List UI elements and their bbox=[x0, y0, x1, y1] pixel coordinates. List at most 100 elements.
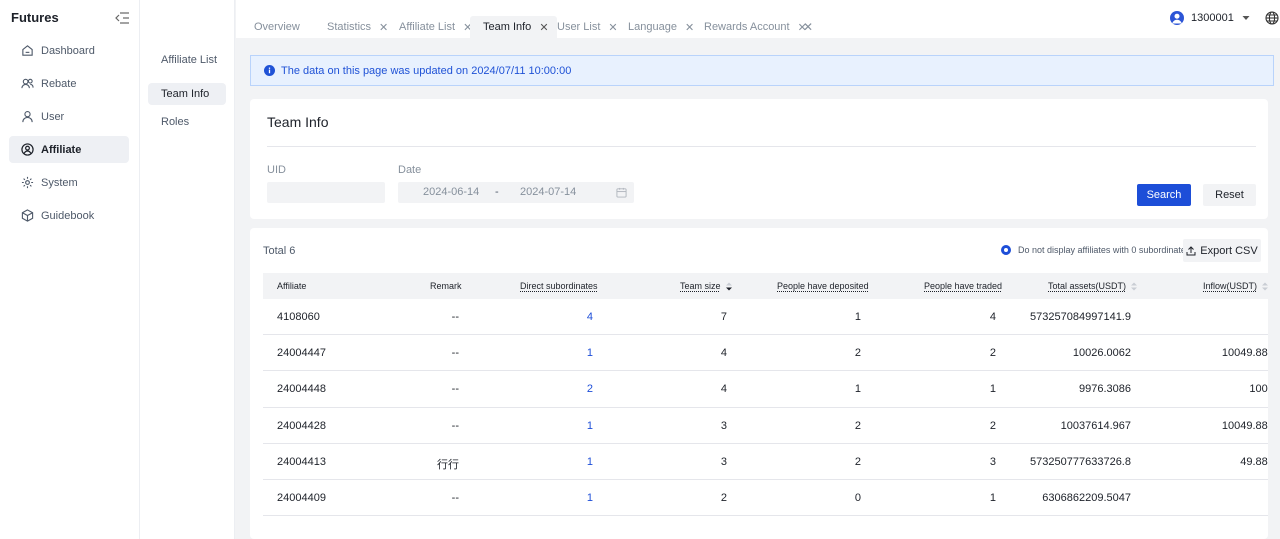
sort-desc-icon[interactable] bbox=[725, 282, 732, 291]
cell-affiliate: 24004447 bbox=[277, 347, 326, 360]
date-label: Date bbox=[398, 164, 422, 176]
export-label: Export CSV bbox=[1200, 244, 1258, 257]
col-inflow: Inflow(USDT) bbox=[1203, 281, 1258, 291]
sidebar-item-affiliate[interactable]: Affiliate bbox=[9, 136, 129, 163]
sort-icon[interactable] bbox=[1262, 282, 1268, 291]
cell-inflow: 10000 bbox=[1249, 383, 1268, 396]
subnav-item-roles[interactable]: Roles bbox=[148, 116, 226, 128]
tab-affiliate-list[interactable]: Affiliate List ✕ bbox=[399, 16, 472, 38]
date-range-picker[interactable]: 2024-06-14 - 2024-07-14 bbox=[398, 182, 634, 203]
tab-language[interactable]: Language ✕ bbox=[628, 16, 694, 38]
users-icon bbox=[21, 78, 34, 89]
table-row: 24004413 行行 1 3 2 3 573250777633726.8 49… bbox=[263, 444, 1268, 480]
toggle-label: Do not display affiliates with 0 subordi… bbox=[1018, 245, 1186, 255]
col-people-deposited: People have deposited bbox=[777, 281, 869, 291]
cell-team-size: 2 bbox=[720, 491, 727, 504]
cell-team-size: 7 bbox=[720, 311, 727, 323]
cell-total-assets: 573257084997141.9 bbox=[1030, 311, 1131, 323]
export-csv-button[interactable]: Export CSV bbox=[1183, 239, 1261, 262]
date-end[interactable]: 2024-07-14 bbox=[520, 186, 576, 198]
notice-text: The data on this page was updated on 202… bbox=[281, 64, 572, 77]
cell-deposited: 2 bbox=[854, 419, 861, 432]
tab-statistics[interactable]: Statistics ✕ bbox=[327, 16, 388, 38]
cell-inflow: 49.8894 bbox=[1240, 455, 1268, 468]
cube-icon bbox=[21, 209, 34, 222]
hide-zero-subordinate-toggle[interactable]: Do not display affiliates with 0 subordi… bbox=[1001, 245, 1186, 255]
gear-icon bbox=[21, 176, 34, 189]
cell-deposited: 1 bbox=[854, 311, 861, 323]
tab-team-info[interactable]: Team Info ✕ bbox=[470, 16, 557, 38]
cell-traded: 1 bbox=[989, 383, 996, 396]
affiliate-icon bbox=[21, 143, 34, 156]
radio-checked-icon[interactable] bbox=[1001, 245, 1011, 255]
subnav-item-team-info[interactable]: Team Info bbox=[148, 83, 226, 105]
cell-direct-subordinates-link[interactable]: 1 bbox=[587, 492, 593, 504]
sidebar-item-label: Dashboard bbox=[41, 44, 95, 57]
col-people-traded: People have traded bbox=[924, 281, 1003, 291]
collapse-sidebar-icon[interactable] bbox=[114, 11, 130, 25]
cell-direct-subordinates-link[interactable]: 4 bbox=[587, 311, 593, 323]
cell-remark: -- bbox=[451, 491, 459, 504]
cell-direct-subordinates-link[interactable]: 1 bbox=[587, 347, 593, 359]
table-row: 24004428 -- 1 3 2 2 10037614.967 10049.8… bbox=[263, 408, 1268, 444]
cell-deposited: 2 bbox=[854, 455, 861, 468]
sidebar-item-user[interactable]: User bbox=[9, 103, 129, 130]
cell-direct-subordinates-link[interactable]: 2 bbox=[587, 383, 593, 395]
user-menu[interactable]: 1300001 bbox=[1170, 11, 1250, 25]
sub-sidebar: Affiliate List Team Info Roles bbox=[140, 0, 235, 539]
results-card: Total 6 Do not display affiliates with 0… bbox=[250, 228, 1268, 539]
tab-rewards-account[interactable]: Rewards Account ✕ bbox=[704, 16, 807, 38]
cell-total-assets: 6306862209.5047 bbox=[1042, 491, 1131, 504]
cell-direct-subordinates-link[interactable]: 1 bbox=[587, 456, 593, 468]
cell-traded: 3 bbox=[989, 455, 996, 468]
col-total-assets-sortable[interactable]: Total assets(USDT) bbox=[1048, 281, 1138, 291]
tab-label: Statistics bbox=[327, 21, 372, 33]
tab-overview[interactable]: Overview bbox=[254, 16, 300, 38]
reset-button[interactable]: Reset bbox=[1203, 184, 1256, 206]
cell-remark: -- bbox=[451, 311, 459, 323]
cell-direct-subordinates-link[interactable]: 1 bbox=[587, 420, 593, 432]
cell-total-assets: 10037614.967 bbox=[1060, 419, 1131, 432]
tab-label: Affiliate List bbox=[399, 21, 456, 33]
cell-remark: -- bbox=[451, 347, 459, 360]
total-count: Total 6 bbox=[263, 245, 296, 257]
close-icon[interactable]: ✕ bbox=[685, 21, 694, 34]
uid-input[interactable] bbox=[267, 182, 385, 203]
search-button[interactable]: Search bbox=[1137, 184, 1191, 206]
cell-total-assets: 10026.0062 bbox=[1072, 347, 1131, 360]
table-row: 4108060 -- 4 7 1 4 573257084997141.9 0 bbox=[263, 299, 1268, 336]
globe-icon[interactable] bbox=[1265, 11, 1279, 25]
tab-user-list[interactable]: User List ✕ bbox=[557, 16, 618, 38]
sidebar-item-system[interactable]: System bbox=[9, 169, 129, 196]
col-team-size-sortable[interactable]: Team size bbox=[680, 281, 732, 291]
table-row: 24004447 -- 1 4 2 2 10026.0062 10049.889… bbox=[263, 335, 1268, 372]
sort-icon[interactable] bbox=[1131, 282, 1138, 291]
cell-affiliate: 24004428 bbox=[277, 419, 326, 432]
sidebar-item-label: User bbox=[41, 110, 65, 123]
col-affiliate: Affiliate bbox=[277, 281, 307, 291]
close-icon[interactable]: ✕ bbox=[608, 21, 617, 34]
table-row: 24004448 -- 2 4 1 1 9976.3086 10000 bbox=[263, 371, 1268, 408]
cell-deposited: 2 bbox=[854, 347, 861, 360]
sidebar-item-rebate[interactable]: Rebate bbox=[9, 70, 129, 97]
tab-label: Rewards Account bbox=[704, 21, 790, 33]
subnav-item-affiliate-list[interactable]: Affiliate List bbox=[148, 55, 218, 66]
table-header: Affiliate Remark Direct subordinates Tea… bbox=[263, 273, 1268, 299]
cell-deposited: 1 bbox=[854, 383, 861, 396]
filter-card: Team Info UID Date 2024-06-14 - 2024-07-… bbox=[250, 99, 1268, 219]
avatar-icon bbox=[1170, 11, 1184, 25]
tab-label: Overview bbox=[254, 21, 300, 33]
tab-bar: Overview Statistics ✕ Affiliate List ✕ Tea… bbox=[236, 0, 1280, 38]
date-start[interactable]: 2024-06-14 bbox=[423, 186, 479, 198]
sidebar-item-guidebook[interactable]: Guidebook bbox=[9, 202, 129, 229]
username: 1300001 bbox=[1191, 12, 1234, 24]
col-remark: Remark bbox=[430, 281, 462, 291]
date-separator: - bbox=[495, 186, 499, 198]
sidebar-item-label: Guidebook bbox=[41, 209, 95, 222]
sidebar-item-dashboard[interactable]: Dashboard bbox=[9, 37, 129, 64]
col-inflow-sortable[interactable]: Inflow(USDT) bbox=[1203, 281, 1268, 291]
close-icon[interactable]: ✕ bbox=[379, 21, 388, 34]
close-icon[interactable]: ✕ bbox=[539, 21, 548, 34]
cell-traded: 1 bbox=[989, 491, 996, 504]
close-all-tabs-icon[interactable]: ✕ bbox=[803, 20, 813, 34]
